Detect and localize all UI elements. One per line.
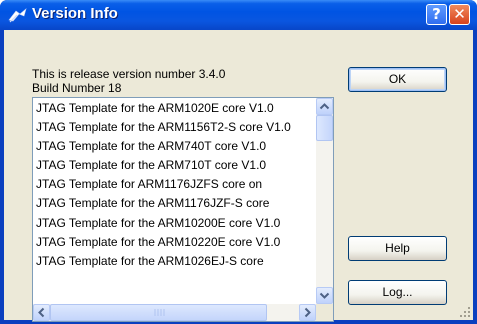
resize-grip-icon[interactable] <box>459 306 471 318</box>
log-button[interactable]: Log... <box>348 280 447 305</box>
scroll-right-button[interactable] <box>299 304 316 321</box>
list-item[interactable]: JTAG Template for ARM1176JZFS core on <box>33 175 316 194</box>
list-item[interactable]: JTAG Template for the ARM710T core V1.0 <box>33 156 316 175</box>
version-text: This is release version number 3.4.0 <box>32 67 226 81</box>
version-info-icon <box>8 8 27 23</box>
scroll-down-button[interactable] <box>316 287 333 304</box>
arrow-right-icon <box>304 307 311 318</box>
list-item[interactable]: JTAG Template for the ARM1026EJ-S core <box>33 252 316 271</box>
title-help-button[interactable]: ? <box>426 4 447 25</box>
version-info-window: Version Info ? ✕ This is release version… <box>0 0 477 324</box>
thumb-grip-icon <box>154 309 165 316</box>
arrow-up-icon <box>319 103 330 110</box>
template-listbox[interactable]: JTAG Template for the ARM1020E core V1.0… <box>32 97 334 322</box>
horizontal-scrollbar[interactable] <box>33 304 316 321</box>
vertical-scrollbar[interactable] <box>316 98 333 304</box>
ok-button[interactable]: OK <box>348 67 447 92</box>
horizontal-scroll-thumb[interactable] <box>50 304 267 321</box>
template-list: JTAG Template for the ARM1020E core V1.0… <box>33 99 316 303</box>
help-button[interactable]: Help <box>348 236 447 261</box>
list-item[interactable]: JTAG Template for the ARM1176JZF-S core <box>33 194 316 213</box>
dialog-body: This is release version number 3.4.0 Bui… <box>4 30 473 322</box>
list-item[interactable]: JTAG Template for the ARM740T core V1.0 <box>33 137 316 156</box>
title-close-button[interactable]: ✕ <box>449 4 470 25</box>
title-bar[interactable]: Version Info ? ✕ <box>0 0 477 30</box>
build-number-text: Build Number 18 <box>32 81 122 95</box>
arrow-down-icon <box>319 292 330 299</box>
list-item[interactable]: JTAG Template for the ARM10200E core V1.… <box>33 214 316 233</box>
scroll-up-button[interactable] <box>316 98 333 115</box>
list-item[interactable]: JTAG Template for the ARM1020E core V1.0 <box>33 99 316 118</box>
window-title: Version Info <box>32 5 118 22</box>
scroll-corner <box>316 304 333 321</box>
vertical-scroll-thumb[interactable] <box>316 115 333 141</box>
scroll-left-button[interactable] <box>33 304 50 321</box>
list-item[interactable]: JTAG Template for the ARM10220E core V1.… <box>33 233 316 252</box>
arrow-left-icon <box>38 307 45 318</box>
list-item[interactable]: JTAG Template for the ARM1156T2-S core V… <box>33 118 316 137</box>
